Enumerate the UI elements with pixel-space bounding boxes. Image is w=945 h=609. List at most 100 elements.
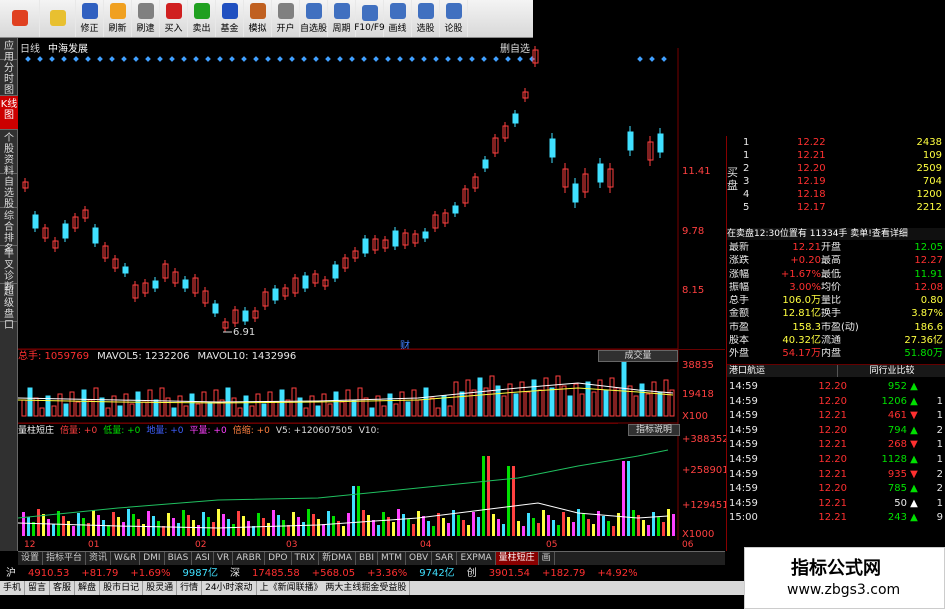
toolbar-button-4[interactable]: 刷逮 bbox=[132, 0, 160, 37]
volume-bar bbox=[435, 407, 441, 417]
toolbar-button-3[interactable]: 刷新 bbox=[104, 0, 132, 37]
trade-row: 14:59 12.21 268 ▼ 1 bbox=[727, 438, 945, 453]
indicator-tab[interactable]: BBI bbox=[356, 552, 378, 565]
status-item[interactable]: 上《新闻联播》 两大主线掘金受益股 bbox=[257, 581, 411, 595]
left-tab-7[interactable]: 超级盘口 bbox=[0, 284, 18, 331]
big-order-alert[interactable]: 在卖盘12:30位置有 11334手 卖单!查看详细 bbox=[727, 228, 945, 240]
indicator-tab[interactable]: SAR bbox=[432, 552, 458, 565]
trade-row: 15:00 12.21 243 ▲ 9 bbox=[727, 511, 945, 526]
indicator-help-button[interactable]: 指标说明 bbox=[628, 424, 680, 436]
indicator-tab[interactable]: 设置 bbox=[18, 552, 44, 565]
left-tab-5[interactable]: 综合排名 bbox=[0, 208, 18, 255]
trade-volume: 794 bbox=[887, 424, 907, 436]
left-tab-0[interactable]: 应用 bbox=[0, 38, 18, 63]
indicator-bar bbox=[477, 517, 480, 536]
indicator-tab[interactable]: VR bbox=[214, 552, 234, 565]
quote-value: 0.80 bbox=[920, 295, 943, 307]
indicator-bar bbox=[642, 520, 645, 536]
f10-icon bbox=[361, 4, 378, 21]
indicator-bar bbox=[427, 521, 430, 536]
toolbar-button-12[interactable]: F10/F9 bbox=[354, 0, 385, 37]
indicator-bar bbox=[607, 521, 610, 536]
left-tab-3[interactable]: 个股资料 bbox=[0, 130, 18, 177]
toolbar-button-15[interactable]: 论股 bbox=[440, 0, 468, 37]
arrow-up-icon: ▲ bbox=[910, 424, 918, 436]
toolbar-button-7[interactable]: 基金 bbox=[216, 0, 244, 37]
volume-bar bbox=[615, 387, 621, 417]
indicator-tab[interactable]: ASI bbox=[192, 552, 214, 565]
left-tab-6[interactable]: 牛叉诊断 bbox=[0, 246, 18, 293]
indicator-tab[interactable]: DPO bbox=[265, 552, 292, 565]
trade-count: 2 bbox=[936, 483, 943, 495]
indicator-tab[interactable]: 量柱短庄 bbox=[495, 552, 539, 565]
indicator-tab[interactable]: DMI bbox=[140, 552, 165, 565]
toolbar-button-0[interactable] bbox=[0, 0, 40, 37]
indicator-tab[interactable]: MTM bbox=[378, 552, 407, 565]
indicator-bar bbox=[292, 512, 295, 536]
status-item[interactable]: 解盘 bbox=[75, 581, 101, 595]
tab-industry-compare[interactable]: 同行业比较 bbox=[837, 365, 945, 377]
toolbar-button-label: F10/F9 bbox=[354, 22, 385, 33]
toolbar-button-2[interactable]: 修正 bbox=[76, 0, 104, 37]
x-axis-label: 01 bbox=[88, 540, 100, 550]
volume-bar bbox=[81, 389, 87, 417]
signal-diamond bbox=[505, 56, 511, 62]
indicator-tab[interactable]: EXPMA bbox=[457, 552, 496, 565]
left-tab-1[interactable]: 分时图 bbox=[0, 60, 18, 96]
volume-indicator-select[interactable]: 成交量 bbox=[598, 350, 678, 362]
indicator-tab[interactable]: TRIX bbox=[292, 552, 320, 565]
forum-icon bbox=[445, 3, 462, 19]
arrow-down-icon: ▼ bbox=[910, 410, 918, 422]
indicator-tab[interactable]: ARBR bbox=[233, 552, 266, 565]
toolbar-button-label: 卖出 bbox=[192, 24, 211, 34]
toolbar-button-8[interactable]: 模拟 bbox=[244, 0, 272, 37]
indicator-tab[interactable]: OBV bbox=[406, 552, 433, 565]
level-volume: 109 bbox=[922, 150, 942, 161]
toolbar-button-1[interactable] bbox=[40, 0, 76, 37]
indicator-bar bbox=[207, 517, 210, 536]
toolbar-button-14[interactable]: 选股 bbox=[412, 0, 440, 37]
volume-axis-label: 19418 bbox=[682, 389, 714, 400]
toolbar-button-5[interactable]: 买入 bbox=[160, 0, 188, 37]
toolbar-button-label: 开户 bbox=[276, 24, 295, 34]
indicator-tab[interactable]: 指标平台 bbox=[43, 552, 87, 565]
quote-label: 内盘 bbox=[821, 348, 841, 360]
status-item[interactable]: 24小时滚动 bbox=[202, 581, 257, 595]
indicator-bar bbox=[397, 509, 400, 536]
left-tab-2[interactable]: K线图 bbox=[0, 96, 18, 130]
signal-diamond bbox=[349, 56, 355, 62]
indicator-bar bbox=[367, 515, 370, 536]
toolbar-button-10[interactable]: 自选股 bbox=[300, 0, 328, 37]
indicator-bar bbox=[202, 512, 205, 536]
status-item[interactable]: 客服 bbox=[50, 581, 76, 595]
status-item[interactable]: 手机 bbox=[0, 581, 26, 595]
toolbar-button-9[interactable]: 开户 bbox=[272, 0, 300, 37]
indicator-bar bbox=[567, 517, 570, 536]
fix-icon bbox=[81, 3, 98, 19]
status-item[interactable]: 留言 bbox=[25, 581, 51, 595]
price-axis-label: 8.15 bbox=[682, 285, 705, 296]
volume-bar bbox=[543, 377, 549, 417]
toolbar-button-6[interactable]: 卖出 bbox=[188, 0, 216, 37]
signal-diamond bbox=[421, 56, 427, 62]
toolbar-button-13[interactable]: 画线 bbox=[384, 0, 412, 37]
trade-time: 14:59 bbox=[729, 497, 758, 509]
volume-bar bbox=[27, 387, 33, 417]
indicator-tab[interactable]: BIAS bbox=[165, 552, 193, 565]
indicator-tab[interactable]: 新DMA bbox=[319, 552, 356, 565]
volume-bar bbox=[561, 385, 567, 417]
indicator-tab[interactable]: 画 bbox=[539, 552, 555, 565]
volume-bar bbox=[123, 393, 129, 417]
status-item[interactable]: 股灵通 bbox=[143, 581, 178, 595]
volume-bar bbox=[111, 395, 117, 417]
trade-price: 12.21 bbox=[818, 497, 847, 509]
kline-chart-area[interactable]: 日线 中海发展 删自选 11.41 9.78 8.15 6.91 财 总手: 1… bbox=[18, 38, 729, 551]
indicator-tab[interactable]: W&R bbox=[111, 552, 141, 565]
toolbar-button-11[interactable]: 周期 bbox=[328, 0, 356, 37]
indicator-bar bbox=[272, 510, 275, 536]
indicator-tab[interactable]: 资讯 bbox=[86, 552, 112, 565]
left-tab-4[interactable]: 自选股 bbox=[0, 174, 18, 210]
status-item[interactable]: 行情 bbox=[177, 581, 203, 595]
status-item[interactable]: 股市日记 bbox=[100, 581, 144, 595]
tab-port-shipping[interactable]: 港口航运 bbox=[727, 365, 837, 377]
